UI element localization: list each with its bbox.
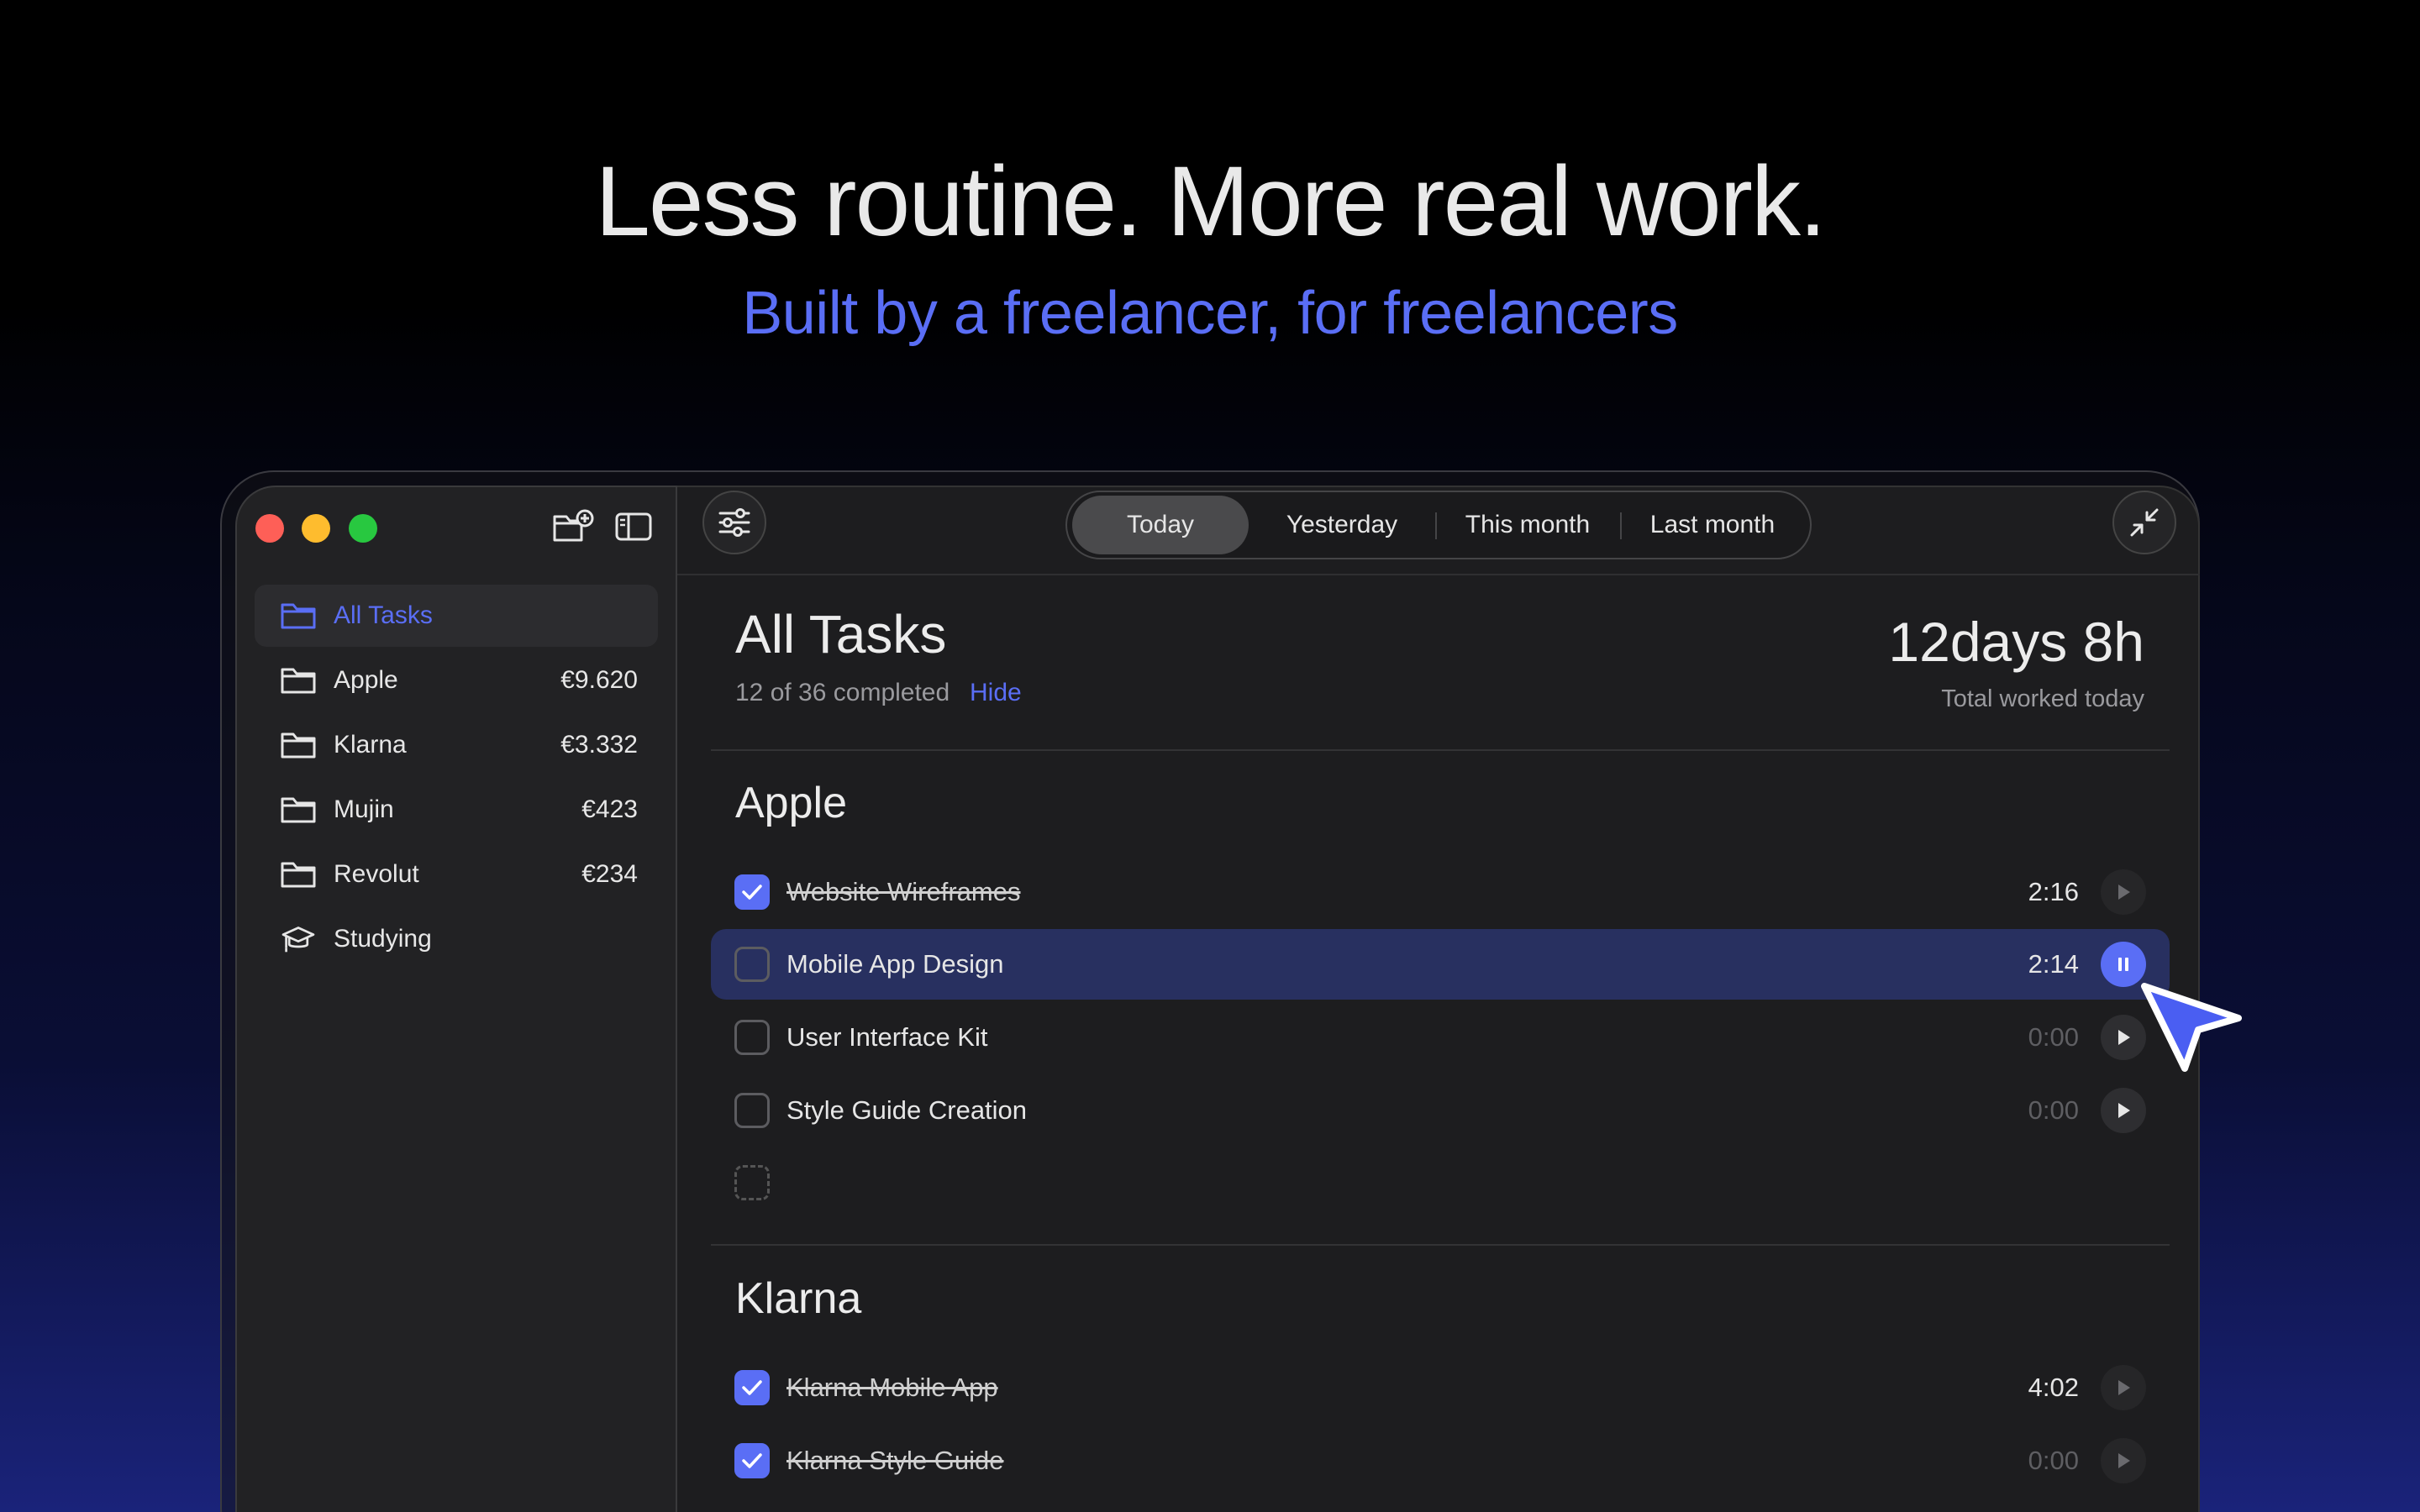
- completion-progress: 12 of 36 completed: [735, 679, 950, 706]
- group-divider: [711, 1244, 2170, 1246]
- total-worked-value: 12days 8h: [1888, 611, 2144, 673]
- sidebar-item-revolut[interactable]: Revolut €234: [255, 843, 658, 906]
- task-row-running[interactable]: Mobile App Design 2:14: [711, 929, 2170, 1000]
- task-checkbox[interactable]: [734, 947, 770, 982]
- filter-button[interactable]: [702, 491, 766, 554]
- task-time: 4:02: [2028, 1373, 2079, 1402]
- hero-title: Less routine. More real work.: [595, 146, 1827, 257]
- collapse-window-button[interactable]: [2112, 491, 2176, 554]
- tab-this-month[interactable]: This month: [1435, 496, 1620, 554]
- sidebar-item-amount: €234: [581, 860, 638, 888]
- group-title-apple: Apple: [735, 779, 847, 827]
- folder-icon: [281, 732, 316, 759]
- total-worked-label: Total worked today: [1941, 685, 2144, 712]
- tab-yesterday[interactable]: Yesterday: [1249, 496, 1435, 554]
- folder-icon: [281, 862, 316, 888]
- sidebar-item-amount: €423: [581, 795, 638, 823]
- folder-icon: [281, 603, 316, 629]
- play-icon: [2118, 1030, 2130, 1045]
- minimize-window-button[interactable]: [302, 514, 330, 543]
- sidebar-item-amount: €3.332: [560, 731, 638, 759]
- sidebar-item-label: Studying: [334, 925, 432, 953]
- sidebar-item-all-tasks[interactable]: All Tasks: [255, 585, 658, 647]
- task-label: Klarna Style Guide: [786, 1446, 1004, 1475]
- close-window-button[interactable]: [255, 514, 284, 543]
- play-button[interactable]: [2101, 1365, 2146, 1410]
- period-segmented-control: Today Yesterday This month Last month: [1065, 491, 1812, 559]
- task-row[interactable]: Klarna Mobile App 4:02: [711, 1352, 2170, 1423]
- folder-icon: [281, 668, 316, 694]
- tab-today[interactable]: Today: [1072, 496, 1249, 554]
- sidebar-item-klarna[interactable]: Klarna €3.332: [255, 714, 658, 776]
- sidebar-item-label: All Tasks: [334, 601, 433, 629]
- play-icon: [2118, 885, 2130, 900]
- task-row[interactable]: Style Guide Creation 0:00: [711, 1075, 2170, 1146]
- checkmark-icon: [742, 1380, 762, 1395]
- sidebar-item-label: Klarna: [334, 731, 407, 759]
- sliders-icon: [718, 508, 750, 537]
- sidebar-item-mujin[interactable]: Mujin €423: [255, 779, 658, 841]
- task-time: 0:00: [2028, 1022, 2079, 1052]
- play-button[interactable]: [2101, 869, 2146, 915]
- cursor-arrow-icon: [2141, 983, 2242, 1072]
- tab-last-month[interactable]: Last month: [1620, 496, 1805, 554]
- checkmark-icon: [742, 1453, 762, 1468]
- graduation-cap-icon: [281, 927, 315, 953]
- task-label: Website Wireframes: [786, 877, 1021, 906]
- hero-subtitle: Built by a freelancer, for freelancers: [742, 280, 1678, 347]
- sidebar-item-label: Mujin: [334, 795, 394, 823]
- collapse-arrows-icon: [2130, 508, 2159, 537]
- sidebar-item-amount: €9.620: [560, 666, 638, 694]
- task-checkbox[interactable]: [734, 1370, 770, 1405]
- task-label: Klarna Mobile App: [786, 1373, 998, 1402]
- new-task-checkbox[interactable]: [734, 1165, 770, 1200]
- task-row[interactable]: User Interface Kit 0:00: [711, 1002, 2170, 1073]
- new-folder-icon[interactable]: [551, 508, 595, 545]
- sidebar-item-label: Revolut: [334, 860, 419, 888]
- task-checkbox[interactable]: [734, 1443, 770, 1478]
- task-time: 0:00: [2028, 1095, 2079, 1125]
- task-time: 2:14: [2028, 949, 2079, 979]
- task-label: User Interface Kit: [786, 1022, 988, 1052]
- pause-icon: [2118, 958, 2128, 971]
- task-row[interactable]: Website Wireframes 2:16: [711, 857, 2170, 927]
- toggle-sidebar-icon[interactable]: [613, 508, 657, 545]
- hide-completed-link[interactable]: Hide: [970, 679, 1022, 707]
- new-task-row[interactable]: [711, 1147, 2170, 1218]
- zoom-window-button[interactable]: [349, 514, 377, 543]
- task-row[interactable]: Klarna Style Guide 0:00: [711, 1425, 2170, 1496]
- folder-icon: [281, 797, 316, 823]
- task-checkbox[interactable]: [734, 1020, 770, 1055]
- sidebar-item-studying[interactable]: Studying: [255, 908, 658, 970]
- task-time: 0:00: [2028, 1446, 2079, 1475]
- play-button[interactable]: [2101, 1088, 2146, 1133]
- play-icon: [2118, 1453, 2130, 1468]
- checkmark-icon: [742, 885, 762, 900]
- task-label: Style Guide Creation: [786, 1095, 1028, 1125]
- sidebar-item-apple[interactable]: Apple €9.620: [255, 649, 658, 711]
- sidebar-item-label: Apple: [334, 666, 398, 694]
- task-label: Mobile App Design: [786, 949, 1004, 979]
- toolbar-divider: [677, 574, 2200, 575]
- header-divider: [711, 749, 2170, 751]
- task-checkbox[interactable]: [734, 874, 770, 910]
- play-icon: [2118, 1380, 2130, 1395]
- play-icon: [2118, 1103, 2130, 1118]
- task-time: 2:16: [2028, 877, 2079, 906]
- group-title-klarna: Klarna: [735, 1274, 862, 1323]
- task-checkbox[interactable]: [734, 1093, 770, 1128]
- play-button[interactable]: [2101, 1438, 2146, 1483]
- page-title: All Tasks: [735, 604, 947, 664]
